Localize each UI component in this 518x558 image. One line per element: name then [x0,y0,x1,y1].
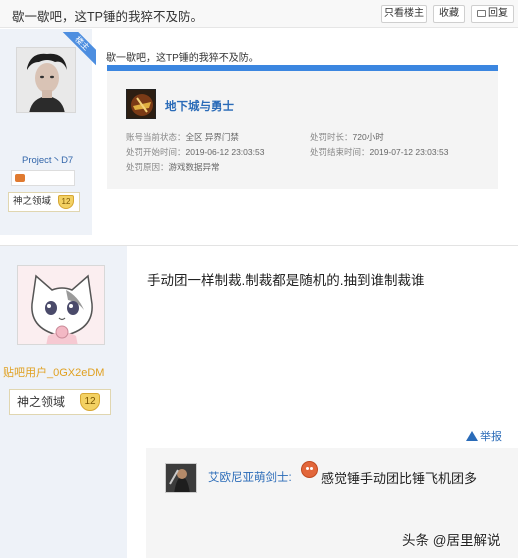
ban-duration-label: 处罚时长： [310,132,353,142]
warning-icon [466,431,478,441]
reply-button[interactable]: 回复 [471,5,514,23]
thread-title: 歇一歇吧，这TP锤的我猝不及防。 [12,10,203,24]
avatar[interactable] [165,463,197,493]
avatar-image [18,266,104,344]
ban-status-label: 账号当前状态： [126,132,186,142]
level-shield-icon: 12 [58,195,74,209]
ban-duration: 处罚时长：720小时 [310,131,384,143]
level-badge: 神之领域 12 [9,389,111,415]
game-logo-icon [126,89,156,119]
comment-icon [477,10,486,17]
level-name: 神之领域 [17,395,66,409]
thread-header: 歇一歇吧，这TP锤的我猝不及防。 只看楼主 收藏 回复 [0,0,518,28]
level-name: 神之领域 [13,196,52,207]
ban-start: 处罚开始时间：2019-06-12 23:03:53 [126,146,264,158]
level-shield-icon: 12 [80,393,100,411]
reply-label: 回复 [488,8,508,19]
level-badge: 神之领域 12 [8,192,80,212]
post2-content: 手动团一样制裁.制裁都是随机的.抽到谁制裁谁 [147,273,425,288]
ban-reason-value: 游戏数据异常 [168,162,220,172]
favorite-button[interactable]: 收藏 [433,5,465,23]
avatar[interactable] [17,265,105,345]
only-op-button[interactable]: 只看楼主 [381,5,427,23]
face-emoji-icon [301,461,318,478]
ban-duration-value: 720小时 [352,132,384,142]
report-link[interactable]: 举报 [466,428,502,444]
post1-username[interactable]: Project丶D7 [22,152,73,166]
favorite-label: 收藏 [439,8,459,19]
ban-end-label: 处罚结束时间： [310,147,370,157]
ban-start-label: 处罚开始时间： [126,147,186,157]
post2-author-panel: 贴吧用户_0GX2eDM 神之领域 12 [0,246,127,558]
game-logo-image [127,90,155,118]
ban-reason: 处罚原因：游戏数据异常 [126,161,220,173]
ban-end-value: 2019-07-12 23:03:53 [369,147,449,157]
watermark: 头条 @居里解说 [402,533,501,548]
op-ribbon: 楼主 [60,32,96,68]
game-badge-icon [15,174,25,182]
post2-username[interactable]: 贴吧用户_0GX2eDM [3,364,104,380]
post1-content: 歇一歇吧，这TP锤的我猝不及防。 [106,53,259,64]
reply-username[interactable]: 艾欧尼亚萌剑士: [208,469,292,485]
game-name[interactable]: 地下城与勇士 [165,98,234,114]
op-badge-label: 楼主 [60,32,96,68]
report-label: 举报 [480,431,502,443]
replyer-avatar-image [166,464,196,492]
ban-status: 账号当前状态：全区 异界门禁 [126,131,239,143]
ban-end: 处罚结束时间：2019-07-12 23:03:53 [310,146,448,158]
ban-card: 地下城与勇士 账号当前状态：全区 异界门禁 处罚时长：720小时 处罚开始时间：… [107,71,498,189]
only-op-label: 只看楼主 [384,8,424,19]
member-badge [11,170,75,186]
reply-text: 感觉锤手动团比锤飞机团多 [321,471,478,486]
ban-status-value: 全区 异界门禁 [185,132,239,142]
ban-reason-label: 处罚原因： [126,162,169,172]
ban-start-value: 2019-06-12 23:03:53 [185,147,265,157]
